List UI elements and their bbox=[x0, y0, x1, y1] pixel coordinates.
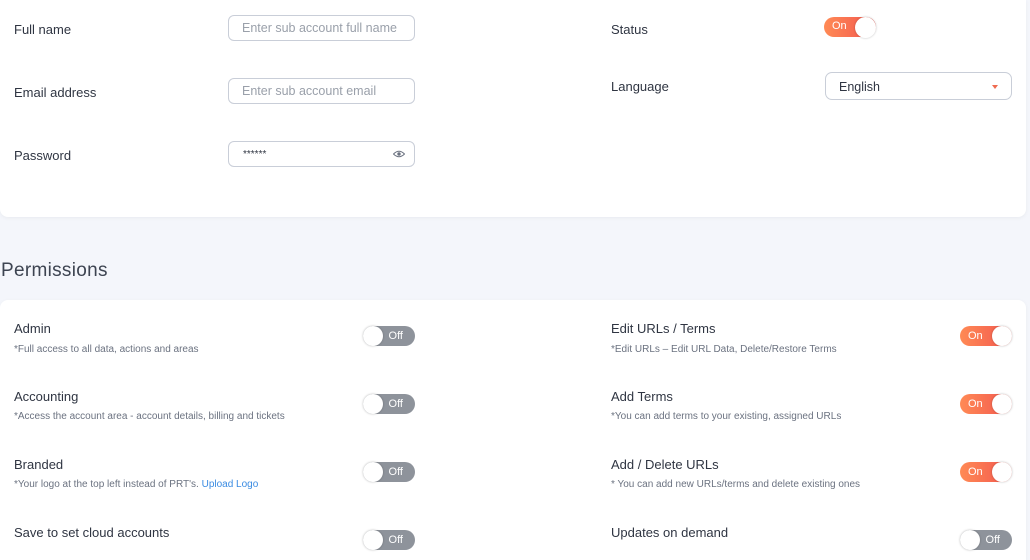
permission-add-terms-toggle[interactable]: On bbox=[960, 394, 1012, 414]
permission-accounting-desc: *Access the account area - account detai… bbox=[14, 411, 285, 422]
language-label: Language bbox=[611, 79, 669, 94]
full-name-label: Full name bbox=[14, 22, 72, 37]
status-toggle[interactable]: On bbox=[824, 17, 876, 38]
permission-branded-label: Branded bbox=[14, 457, 64, 472]
permission-branded-toggle[interactable]: Off bbox=[363, 462, 415, 482]
branded-desc-text: *Your logo at the top left instead of PR… bbox=[14, 479, 199, 490]
permissions-title: Permissions bbox=[1, 260, 108, 281]
full-name-input[interactable] bbox=[229, 16, 414, 40]
permission-admin-toggle[interactable]: Off bbox=[363, 326, 415, 346]
toggle-knob bbox=[363, 462, 383, 482]
permission-updates-on-demand-label: Updates on demand bbox=[611, 525, 729, 540]
permission-edit-urls-toggle[interactable]: On bbox=[960, 326, 1012, 346]
toggle-knob bbox=[992, 394, 1012, 414]
password-field[interactable] bbox=[228, 141, 415, 167]
permission-add-terms-label: Add Terms bbox=[611, 389, 673, 404]
toggle-text: On bbox=[968, 330, 983, 342]
permission-edit-urls-label: Edit URLs / Terms bbox=[611, 321, 716, 336]
permission-updates-on-demand-toggle[interactable]: Off bbox=[960, 530, 1012, 550]
permission-edit-urls-desc: *Edit URLs – Edit URL Data, Delete/Resto… bbox=[611, 344, 837, 355]
toggle-text: Off bbox=[985, 534, 1000, 546]
toggle-knob bbox=[363, 394, 383, 414]
permission-cloud-accounts-label: Save to set cloud accounts bbox=[14, 525, 170, 540]
upload-logo-link[interactable]: Upload Logo bbox=[202, 479, 259, 490]
permission-accounting-label: Accounting bbox=[14, 389, 79, 404]
status-label: Status bbox=[611, 22, 648, 37]
toggle-knob bbox=[960, 530, 980, 550]
toggle-text: Off bbox=[388, 398, 403, 410]
toggle-knob bbox=[363, 530, 383, 550]
toggle-text: On bbox=[968, 398, 983, 410]
email-field[interactable] bbox=[228, 78, 415, 104]
permission-accounting-toggle[interactable]: Off bbox=[363, 394, 415, 414]
full-name-field[interactable] bbox=[228, 15, 415, 41]
permissions-card: Admin *Full access to all data, actions … bbox=[0, 300, 1026, 560]
email-input[interactable] bbox=[229, 79, 414, 103]
toggle-text: On bbox=[968, 466, 983, 478]
email-label: Email address bbox=[14, 85, 97, 100]
permission-admin-desc: *Full access to all data, actions and ar… bbox=[14, 344, 199, 355]
permission-branded-desc: *Your logo at the top left instead of PR… bbox=[14, 479, 258, 490]
toggle-text: Off bbox=[388, 534, 403, 546]
toggle-text: Off bbox=[388, 466, 403, 478]
chevron-down-icon bbox=[992, 85, 998, 89]
toggle-knob bbox=[992, 462, 1012, 482]
password-input[interactable] bbox=[229, 142, 414, 166]
password-label: Password bbox=[14, 148, 72, 163]
account-details-card: Full name Email address Password Status … bbox=[0, 0, 1026, 217]
toggle-knob bbox=[363, 326, 383, 346]
language-selected-value: English bbox=[839, 80, 880, 94]
permission-add-terms-desc: *You can add terms to your existing, ass… bbox=[611, 411, 842, 422]
status-toggle-text: On bbox=[832, 20, 847, 32]
permission-admin-label: Admin bbox=[14, 321, 51, 336]
language-select[interactable]: English bbox=[825, 72, 1012, 100]
permission-add-delete-urls-desc: * You can add new URLs/terms and delete … bbox=[611, 479, 861, 490]
permission-add-delete-urls-toggle[interactable]: On bbox=[960, 462, 1012, 482]
toggle-text: Off bbox=[388, 330, 403, 342]
toggle-knob bbox=[855, 17, 876, 38]
permission-cloud-accounts-toggle[interactable]: Off bbox=[363, 530, 415, 550]
toggle-knob bbox=[992, 326, 1012, 346]
permission-add-delete-urls-label: Add / Delete URLs bbox=[611, 457, 719, 472]
eye-icon[interactable] bbox=[393, 150, 405, 158]
